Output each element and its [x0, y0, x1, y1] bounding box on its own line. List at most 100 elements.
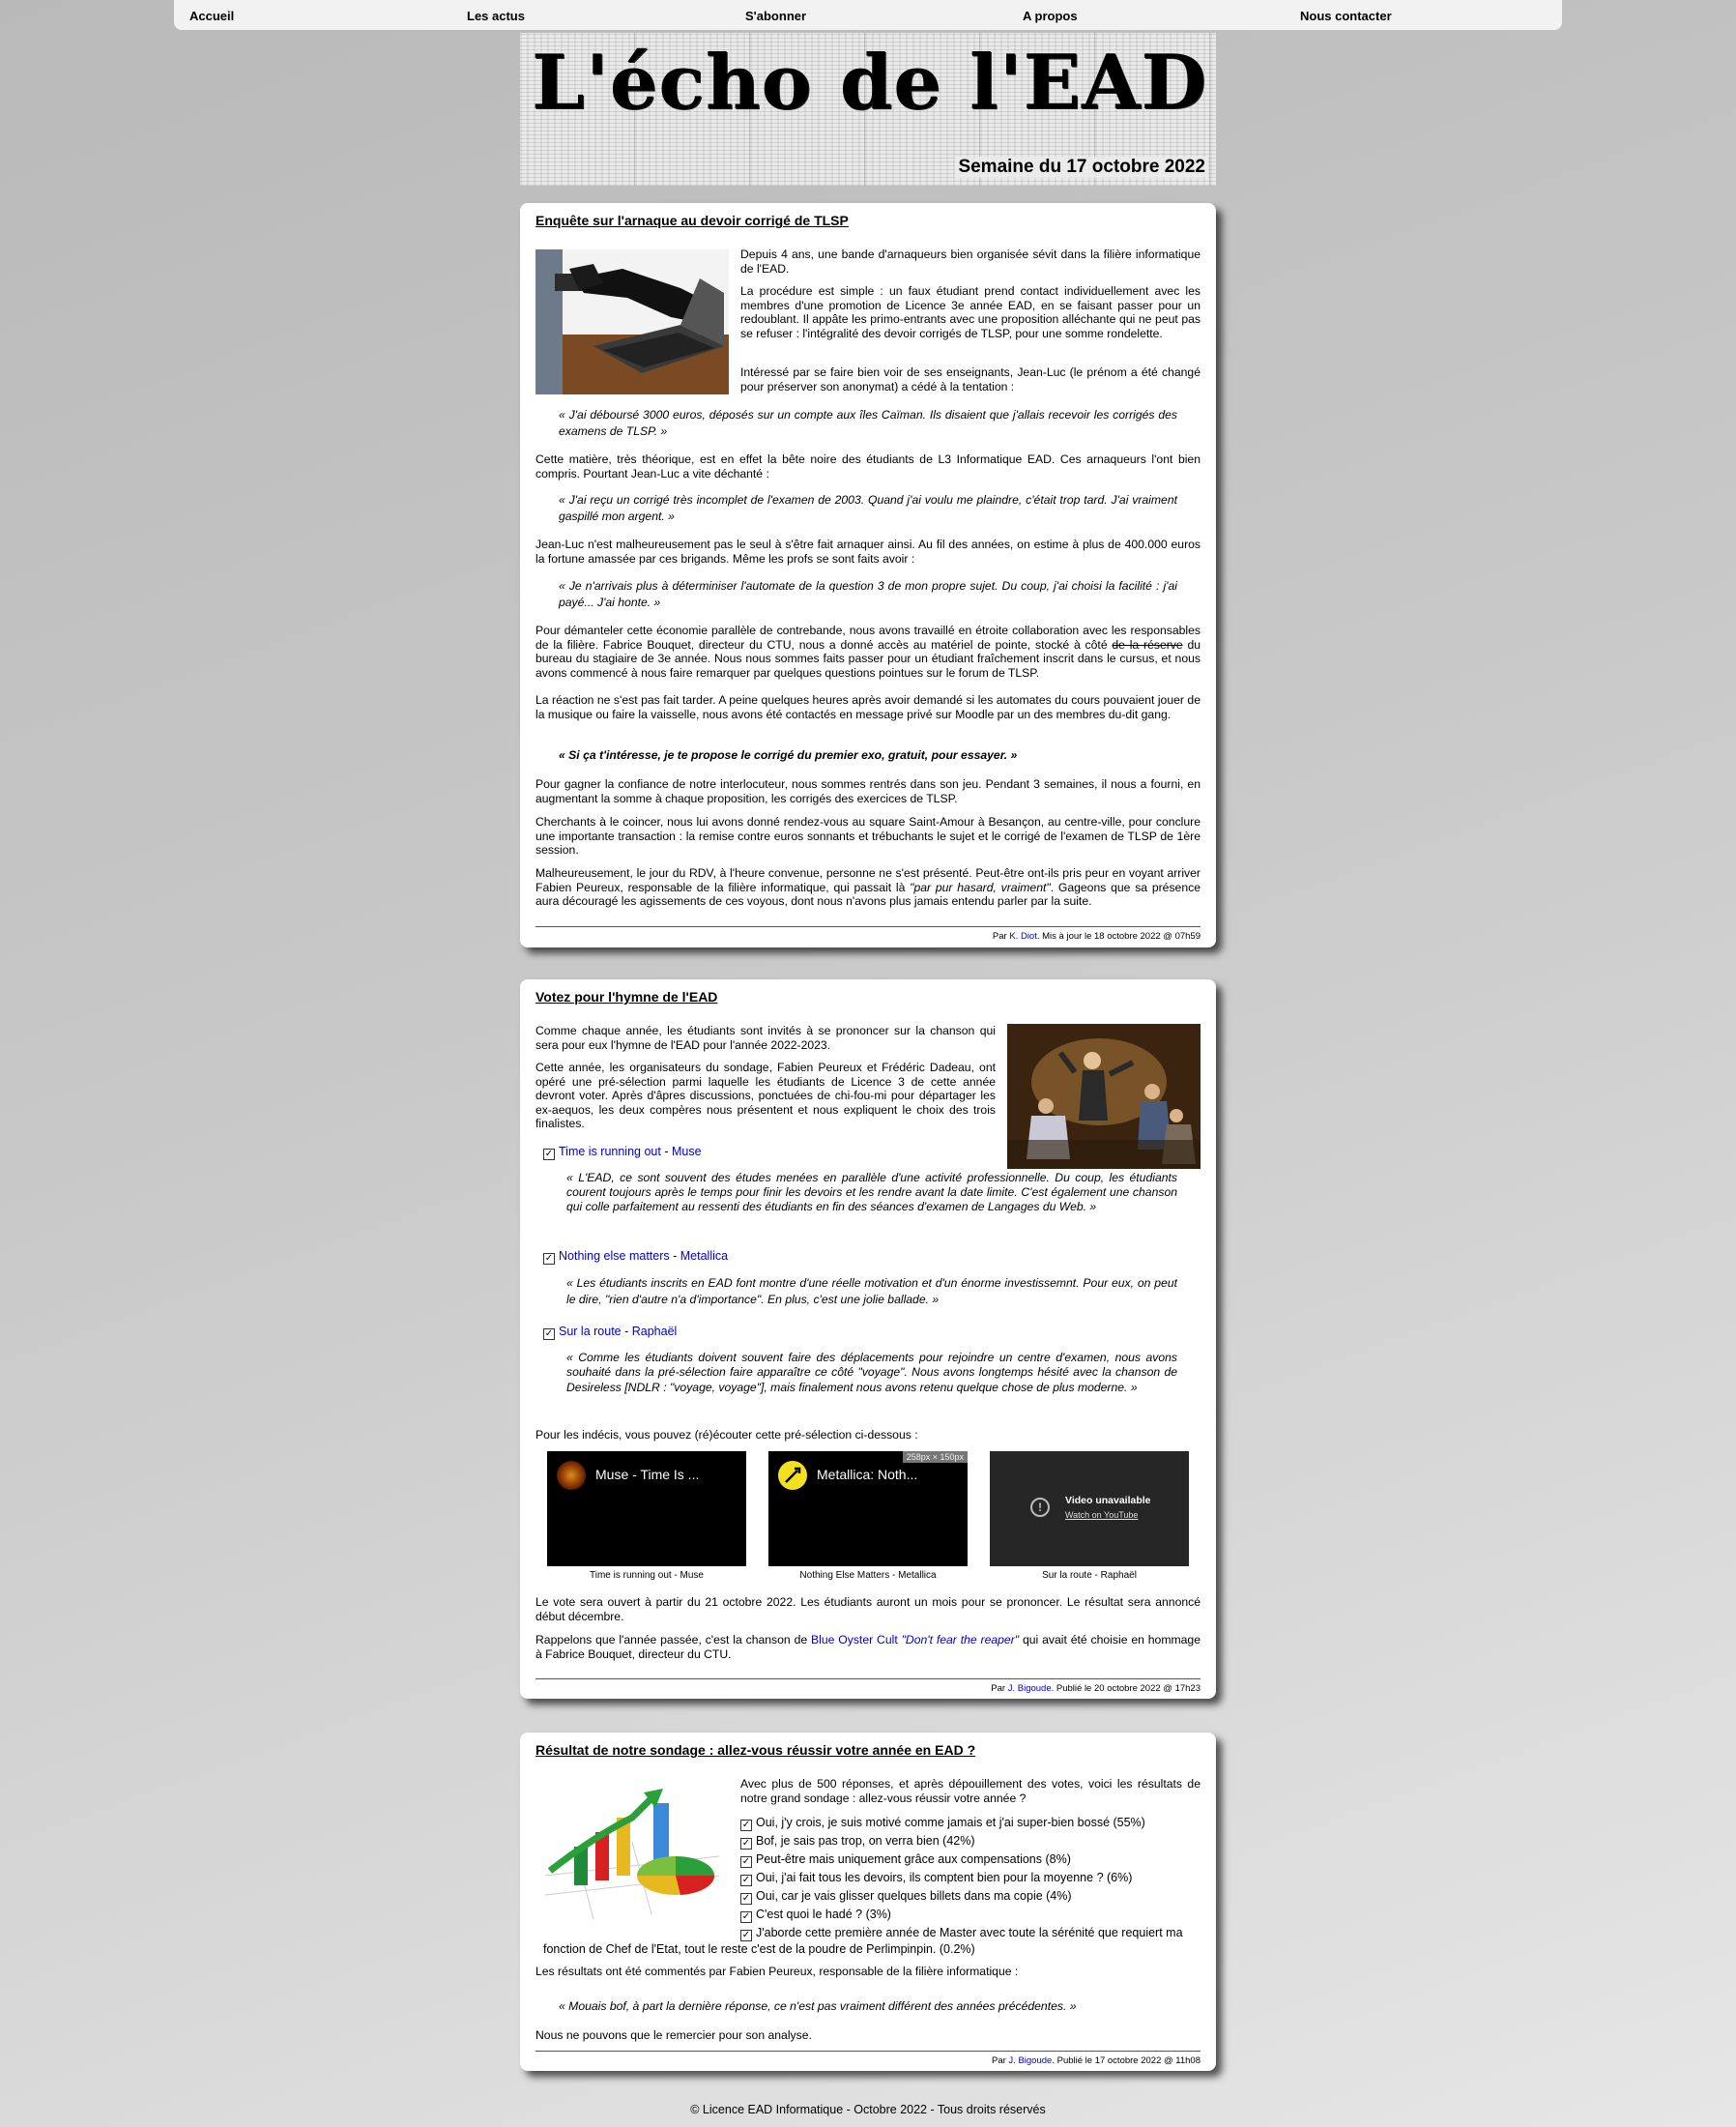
checkbox: ✓	[740, 1930, 752, 1941]
article-title[interactable]: Enquête sur l'arnaque au devoir corrigé …	[535, 213, 849, 228]
site-title: L'écho de l'EAD	[532, 39, 1208, 127]
artist-link[interactable]: Metallica	[680, 1249, 728, 1263]
checkbox: ✓	[740, 1875, 752, 1886]
band-link[interactable]: Blue Oyster Cult	[811, 1633, 898, 1646]
paragraph: Le vote sera ouvert à partir du 21 octob…	[535, 1595, 1201, 1623]
error-icon: !	[1030, 1498, 1050, 1517]
nav-abonner[interactable]: S'abonner	[745, 9, 806, 23]
quote: « Si ça t'intéresse, je te propose le co…	[559, 748, 1018, 762]
paragraph: Jean-Luc n'est malheureusement pas le se…	[535, 538, 1201, 566]
video-caption: Time is running out - Muse	[589, 1570, 704, 1581]
poll-result: ✓ Peut-être mais uniquement grâce aux com…	[740, 1852, 1071, 1868]
song-option-1[interactable]: ✓ Time is running out - Muse	[543, 1145, 702, 1160]
video-muse[interactable]: Muse - Time Is ...	[547, 1451, 746, 1566]
poll-result: ✓ C'est quoi le hadé ? (3%)	[740, 1908, 891, 1923]
emphasis: "par pur hasard, vraiment"	[910, 880, 1051, 894]
poll-result-label: C'est quoi le hadé ? (3%)	[756, 1908, 891, 1921]
paragraph: La procédure est simple : un faux étudia…	[740, 284, 1201, 340]
paragraph: La réaction ne s'est pas fait tarder. A …	[535, 693, 1201, 721]
song-option-2[interactable]: ✓ Nothing else matters - Metallica	[543, 1249, 728, 1265]
channel-avatar-icon	[557, 1461, 586, 1490]
video-title: Metallica: Noth...	[817, 1467, 918, 1482]
quote: « Je n'arrivais plus à déterminiser l'au…	[559, 579, 1177, 609]
watch-on-youtube-link[interactable]: Watch on YouTube	[1065, 1510, 1138, 1520]
article-footer: Par K. Diot. Mis à jour le 18 octobre 20…	[535, 926, 1201, 942]
paragraph: Avec plus de 500 réponses, et après dépo…	[740, 1777, 1201, 1805]
quote: « J'ai reçu un corrigé très incomplet de…	[559, 493, 1177, 523]
nav-accueil[interactable]: Accueil	[189, 9, 234, 23]
quote: « L'EAD, ce sont souvent des études mené…	[566, 1171, 1177, 1214]
poll-result: ✓ Oui, j'y crois, je suis motivé comme ja…	[740, 1816, 1145, 1831]
paragraph: Comme chaque année, les étudiants sont i…	[535, 1024, 996, 1052]
poll-result-label: Bof, je sais pas trop, on verra bien (42…	[756, 1834, 975, 1848]
article-sondage: Résultat de notre sondage : allez-vous r…	[520, 1733, 1216, 2071]
text: Par	[991, 1683, 1008, 1694]
author-link[interactable]: J. Bigoude	[1008, 1683, 1052, 1694]
top-nav: Accueil Les actus S'abonner A propos Nou…	[174, 0, 1562, 30]
video-unavailable-message: Video unavailable	[1065, 1495, 1151, 1506]
paragraph: Rappelons que l'année passée, c'est la c…	[535, 1633, 1201, 1661]
text: . Publié le 20 octobre 2022 @ 17h23	[1051, 1683, 1201, 1694]
strikethrough-text: de la réserve	[1112, 637, 1183, 652]
channel-avatar-icon	[778, 1461, 807, 1490]
poll-result-label: Oui, j'y crois, je suis motivé comme jam…	[756, 1816, 1145, 1829]
checkbox[interactable]: ✓	[543, 1253, 555, 1265]
poll-result: ✓ Bof, je sais pas trop, on verra bien (4…	[740, 1834, 975, 1850]
paragraph: Cherchants à le coincer, nous lui avons …	[535, 815, 1201, 858]
quote: « Les étudiants inscrits en EAD font mon…	[566, 1276, 1177, 1306]
poll-result-label: J'aborde cette première année de Master …	[756, 1926, 1183, 1939]
text: Rappelons que l'année passée, c'est la c…	[535, 1633, 811, 1646]
video-metallica[interactable]: Metallica: Noth... 258px × 150px	[768, 1451, 968, 1566]
separator: -	[621, 1325, 632, 1338]
article-hymne: Votez pour l'hymne de l'EAD Comme chaque…	[520, 979, 1216, 1699]
checkbox[interactable]: ✓	[543, 1328, 555, 1340]
paragraph: Cette année, les organisateurs du sondag…	[535, 1061, 996, 1131]
poll-result-continued: fonction de Chef de l'Etat, tout le rest…	[543, 1942, 975, 1956]
poll-result-label: Oui, car je vais glisser quelques billet…	[756, 1889, 1072, 1903]
song-link[interactable]: "Don't fear the reaper"	[902, 1633, 1020, 1646]
text: Par	[991, 2055, 1009, 2066]
checkbox: ✓	[740, 1820, 752, 1831]
song-title-link[interactable]: Sur la route	[559, 1325, 622, 1338]
poll-result: ✓ Oui, car je vais glisser quelques bille…	[740, 1889, 1072, 1905]
video-title: Muse - Time Is ...	[595, 1467, 700, 1482]
paragraph: Pour les indécis, vous pouvez (ré)écoute…	[535, 1428, 918, 1442]
article-footer: Par J. Bigoude. Publié le 17 octobre 202…	[535, 2051, 1201, 2066]
separator: -	[660, 1145, 672, 1158]
poll-result: ✓ J'aborde cette première année de Master…	[740, 1926, 1183, 1941]
paragraph: Pour gagner la confiance de notre interl…	[535, 777, 1201, 805]
paragraph: Malheureusement, le jour du RDV, à l'heu…	[535, 866, 1201, 909]
poll-result: ✓ Oui, j'ai fait tous les devoirs, ils co…	[740, 1871, 1132, 1886]
article-footer: Par J. Bigoude. Publié le 20 octobre 202…	[535, 1678, 1201, 1694]
masthead: L'écho de l'EAD Semaine du 17 octobre 20…	[520, 33, 1216, 186]
nav-contact[interactable]: Nous contacter	[1300, 9, 1392, 23]
chart-illustration-image	[535, 1779, 729, 1924]
nav-apropos[interactable]: A propos	[1023, 9, 1078, 23]
painting-image	[1007, 1024, 1201, 1169]
song-option-3[interactable]: ✓ Sur la route - Raphaël	[543, 1325, 677, 1340]
text: . Mis à jour le 18 octobre 2022 @ 07h59	[1036, 931, 1201, 942]
checkbox: ✓	[740, 1838, 752, 1850]
text: Par	[992, 931, 1010, 942]
artist-link[interactable]: Raphaël	[632, 1325, 678, 1338]
article-title[interactable]: Résultat de notre sondage : allez-vous r…	[535, 1742, 975, 1758]
checkbox: ✓	[740, 1856, 752, 1868]
quote: « J'ai déboursé 3000 euros, déposés sur …	[559, 408, 1177, 438]
paragraph: Depuis 4 ans, une bande d'arnaqueurs bie…	[740, 248, 1201, 276]
author-link[interactable]: K. Diot	[1009, 931, 1037, 942]
song-title-link[interactable]: Time is running out	[559, 1145, 661, 1158]
text: Pour démanteler cette économie parallèle…	[535, 624, 1201, 652]
checkbox[interactable]: ✓	[543, 1149, 555, 1160]
article-title[interactable]: Votez pour l'hymne de l'EAD	[535, 989, 717, 1005]
author-link[interactable]: J. Bigoude	[1008, 2055, 1052, 2066]
paragraph: Pour démanteler cette économie parallèle…	[535, 624, 1201, 680]
paragraph: Nous ne pouvons que le remercier pour so…	[535, 2028, 812, 2042]
artist-link[interactable]: Muse	[672, 1145, 702, 1158]
nav-actus[interactable]: Les actus	[467, 9, 525, 23]
song-title-link[interactable]: Nothing else matters	[559, 1249, 670, 1263]
video-raphael[interactable]: ! Video unavailable Watch on YouTube	[990, 1451, 1189, 1566]
hacker-laptop-image	[535, 249, 729, 394]
video-caption: Nothing Else Matters - Metallica	[799, 1570, 937, 1581]
checkbox: ✓	[740, 1911, 752, 1923]
separator: -	[669, 1249, 680, 1263]
